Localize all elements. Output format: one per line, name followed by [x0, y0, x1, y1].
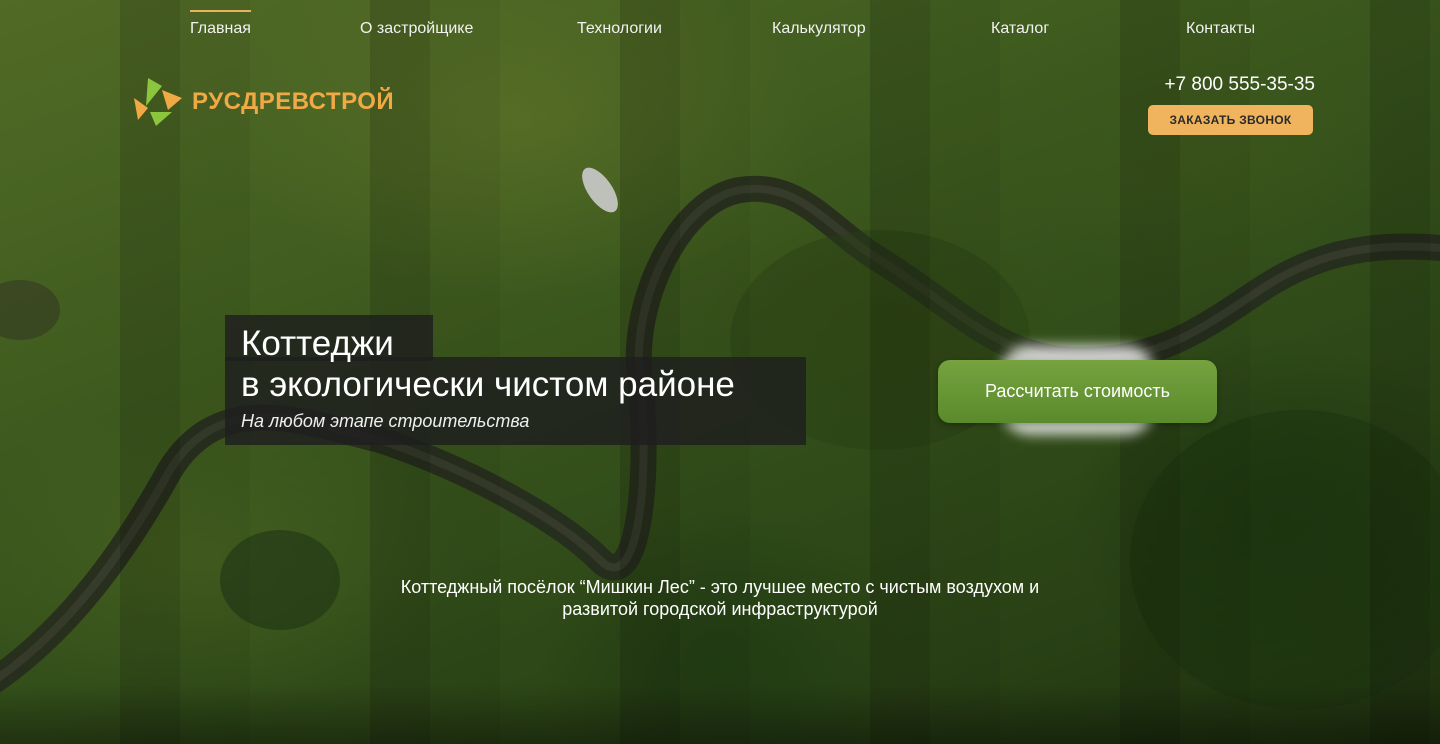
description-line2: развитой городской инфраструктурой	[562, 599, 878, 619]
hero-title: Коттеджи в экологически чистом районе	[241, 323, 735, 405]
village-description: Коттеджный посёлок “Мишкин Лес” - это лу…	[0, 576, 1440, 620]
hero-title-line1: Коттеджи	[241, 324, 394, 363]
nav-item-contacts[interactable]: Контакты	[1186, 20, 1255, 38]
leaf-logo-icon	[134, 78, 182, 126]
description-line1: Коттеджный посёлок “Мишкин Лес” - это лу…	[400, 577, 1040, 597]
nav-item-developer[interactable]: О застройщике	[360, 20, 473, 38]
phone-number[interactable]: +7 800 555-35-35	[1164, 74, 1315, 96]
nav-item-calculator[interactable]: Калькулятор	[772, 20, 866, 38]
nav-item-technologies[interactable]: Технологии	[577, 20, 662, 38]
brand-logo[interactable]: РУСДРЕВСТРОЙ	[132, 76, 394, 128]
hero-subtitle: На любом этапе строительства	[241, 411, 530, 431]
calculate-cost-button[interactable]: Рассчитать стоимость	[938, 360, 1217, 423]
main-navigation: Главная О застройщике Технологии Калькул…	[0, 0, 1440, 60]
brand-name: РУСДРЕВСТРОЙ	[192, 88, 395, 115]
hero-title-line2: в экологически чистом районе	[241, 365, 735, 404]
callback-button[interactable]: ЗАКАЗАТЬ ЗВОНОК	[1148, 105, 1313, 135]
bottom-fade	[0, 684, 1440, 744]
nav-item-home[interactable]: Главная	[190, 10, 251, 38]
nav-item-catalog[interactable]: Каталог	[991, 20, 1049, 38]
